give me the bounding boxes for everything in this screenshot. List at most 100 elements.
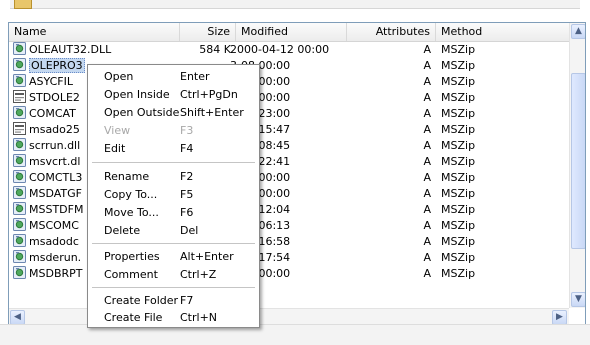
- address-bar: [10, 0, 580, 9]
- file-name-cell: OLEAUT32.DLL: [13, 42, 178, 58]
- scroll-up-arrow-icon[interactable]: ▲: [571, 24, 585, 39]
- dll-file-icon: [13, 138, 26, 151]
- menu-item-shortcut: Ctrl+N: [180, 311, 218, 324]
- menu-item-label: Open Inside: [104, 88, 170, 101]
- menu-item-create-folder[interactable]: Create Folder F7: [88, 293, 259, 309]
- folder-icon: [14, 0, 32, 9]
- file-modified: 2000-04-12 00:00: [230, 43, 330, 56]
- file-name: MSDBRPT: [29, 267, 83, 280]
- menu-item-shortcut: Enter: [180, 70, 210, 83]
- tlb-file-icon: [13, 90, 26, 103]
- file-name: COMCTL3: [29, 171, 83, 184]
- menu-item-edit[interactable]: Edit F4: [88, 141, 259, 157]
- file-method: MSZip: [441, 219, 476, 232]
- menu-item-copy-to[interactable]: Copy To... F5: [88, 187, 259, 203]
- file-attributes: A: [423, 155, 431, 168]
- menu-item-create-file[interactable]: Create File Ctrl+N: [88, 310, 259, 326]
- column-header-name[interactable]: Name: [9, 23, 180, 41]
- file-method: MSZip: [441, 123, 476, 136]
- menu-item-label: Rename: [104, 170, 150, 183]
- menu-item-label: Delete: [104, 224, 141, 237]
- menu-item-shortcut: Alt+Enter: [180, 250, 234, 263]
- menu-item-move-to[interactable]: Move To... F6: [88, 205, 259, 221]
- menu-item-label: Edit: [104, 142, 126, 155]
- menu-item-rename[interactable]: Rename F2: [88, 169, 259, 185]
- menu-item-properties[interactable]: Properties Alt+Enter: [88, 249, 259, 265]
- dll-file-icon: [13, 154, 26, 167]
- file-name: MSCOMC: [29, 219, 79, 232]
- menu-item-open[interactable]: Open Enter: [88, 69, 259, 85]
- menu-item-label: Comment: [104, 268, 158, 281]
- column-header-modified[interactable]: Modified: [236, 23, 347, 41]
- file-name: OLEAUT32.DLL: [29, 43, 112, 56]
- file-name: msado25: [29, 123, 80, 136]
- menu-item-open-inside[interactable]: Open Inside Ctrl+PgDn: [88, 87, 259, 103]
- menu-item-label: Create Folder: [104, 294, 179, 307]
- file-attributes: A: [423, 43, 431, 56]
- menu-item-shortcut: Ctrl+Z: [180, 268, 217, 281]
- file-method: MSZip: [441, 107, 476, 120]
- file-method: MSZip: [441, 91, 476, 104]
- file-size: 584 K: [199, 43, 231, 56]
- menu-item-shortcut: Shift+Enter: [180, 106, 244, 119]
- dll-file-icon: [13, 218, 26, 231]
- file-attributes: A: [423, 203, 431, 216]
- menu-item-shortcut: F6: [180, 206, 194, 219]
- menu-item-label: Open Outside: [104, 106, 180, 119]
- file-name: scrrun.dll: [29, 139, 81, 152]
- file-name: msadodc: [29, 235, 79, 248]
- menu-item-shortcut: F2: [180, 170, 194, 183]
- column-header-attributes[interactable]: Attributes: [347, 23, 436, 41]
- menu-item-open-outside[interactable]: Open Outside Shift+Enter: [88, 105, 259, 121]
- menu-item-shortcut: F3: [180, 124, 194, 137]
- vertical-scroll-thumb[interactable]: [571, 73, 585, 249]
- menu-item-view: View F3: [88, 123, 259, 139]
- menu-item-label: View: [104, 124, 131, 137]
- file-name: COMCAT: [29, 107, 76, 120]
- dll-file-icon: [13, 186, 26, 199]
- menu-separator: [92, 243, 255, 244]
- menu-separator: [92, 287, 255, 288]
- file-name: STDOLE2: [29, 91, 80, 104]
- menu-item-label: Move To...: [104, 206, 159, 219]
- menu-item-delete[interactable]: Delete Del: [88, 223, 259, 239]
- tlb-file-icon: [13, 122, 26, 135]
- file-attributes: A: [423, 123, 431, 136]
- dll-file-icon: [13, 250, 26, 263]
- file-method: MSZip: [441, 187, 476, 200]
- file-attributes: A: [423, 75, 431, 88]
- column-header-method[interactable]: Method: [436, 23, 569, 41]
- dll-file-icon: [13, 58, 26, 71]
- menu-item-label: Copy To...: [104, 188, 158, 201]
- file-method: MSZip: [441, 155, 476, 168]
- file-method: MSZip: [441, 171, 476, 184]
- file-attributes: A: [423, 107, 431, 120]
- menu-item-comment[interactable]: Comment Ctrl+Z: [88, 267, 259, 283]
- scroll-down-arrow-icon[interactable]: ▼: [571, 292, 585, 307]
- column-header: Name Size Modified Attributes Method: [9, 23, 569, 42]
- column-header-size[interactable]: Size: [180, 23, 236, 41]
- file-attributes: A: [423, 219, 431, 232]
- menu-item-shortcut: F7: [180, 294, 194, 307]
- file-name: OLEPRO3: [29, 58, 85, 73]
- menu-separator: [92, 162, 255, 163]
- dll-file-icon: [13, 266, 26, 279]
- file-row[interactable]: OLEAUT32.DLL 584 K 2000-04-12 00:00 A MSZip: [9, 42, 569, 58]
- file-attributes: A: [423, 171, 431, 184]
- file-attributes: A: [423, 91, 431, 104]
- file-method: MSZip: [441, 235, 476, 248]
- vertical-scrollbar[interactable]: ▲ ▼: [569, 23, 585, 308]
- file-attributes: A: [423, 139, 431, 152]
- scroll-left-arrow-icon[interactable]: ◀: [10, 310, 25, 324]
- scroll-right-arrow-icon[interactable]: ▶: [552, 310, 567, 324]
- menu-item-shortcut: F4: [180, 142, 194, 155]
- dll-file-icon: [13, 42, 26, 55]
- file-attributes: A: [423, 235, 431, 248]
- file-attributes: A: [423, 267, 431, 280]
- menu-item-label: Open: [104, 70, 134, 83]
- menu-item-shortcut: F5: [180, 188, 194, 201]
- file-attributes: A: [423, 251, 431, 264]
- dll-file-icon: [13, 202, 26, 215]
- file-method: MSZip: [441, 267, 476, 280]
- file-name: MSDATGF: [29, 187, 82, 200]
